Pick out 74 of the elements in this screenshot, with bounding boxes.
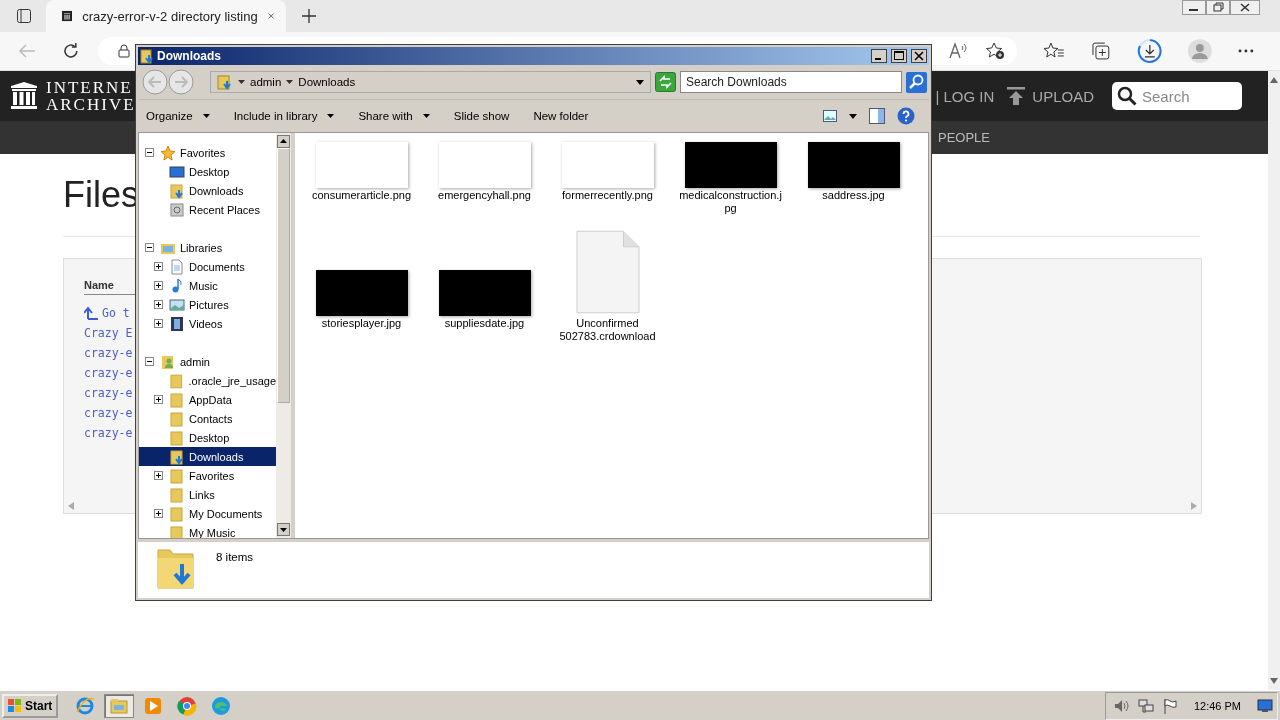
breadcrumb[interactable]: admin: [250, 76, 282, 88]
nav-item[interactable]: My Documents: [139, 504, 276, 523]
nav-item[interactable]: .oracle_jre_usage: [139, 371, 276, 390]
logo-text: ARCHIVE: [46, 96, 136, 113]
nav-item[interactable]: Pictures: [139, 295, 276, 314]
nav-label: Desktop: [189, 431, 230, 444]
nav-label: My Music: [189, 526, 236, 538]
nav-link[interactable]: PEOPLE: [938, 130, 991, 145]
nav-item[interactable]: Downloads: [139, 447, 276, 466]
nav-item[interactable]: Libraries: [139, 238, 276, 257]
nav-item[interactable]: Videos: [139, 314, 276, 333]
window-title: Downloads: [157, 49, 221, 63]
toolbar-button[interactable]: Organize: [142, 103, 214, 129]
address-field[interactable]: admin Downloads: [210, 71, 651, 93]
nav-item[interactable]: Desktop: [139, 162, 276, 181]
nav-item[interactable]: Recent Places: [139, 200, 276, 219]
file-link[interactable]: crazy-e: [84, 406, 133, 420]
nav-label: admin: [180, 355, 210, 368]
nav-item[interactable]: Documents: [139, 257, 276, 276]
logo-text: INTERNE: [46, 79, 134, 96]
tab-title: crazy-error-v-2 directory listing: [82, 8, 258, 24]
breadcrumb[interactable]: Downloads: [298, 76, 356, 88]
nav-label: Recent Places: [189, 203, 260, 216]
file-name[interactable]: storiesplayer.jpg: [309, 317, 414, 330]
item-count: 8 items: [216, 551, 254, 563]
search-field[interactable]: Search: [1112, 82, 1242, 110]
file-link[interactable]: Crazy E: [84, 326, 133, 340]
search-field[interactable]: Search Downloads: [680, 71, 902, 93]
upload-link[interactable]: UPLOAD: [1032, 87, 1094, 105]
nav-label: Links: [189, 488, 215, 501]
start-button[interactable]: Start: [2, 693, 59, 718]
file-name[interactable]: emergencyhall.png: [432, 189, 537, 202]
nav-label: My Documents: [189, 507, 263, 520]
file-name[interactable]: saddress.jpg: [801, 189, 906, 202]
nav-item[interactable]: Favorites: [139, 466, 276, 485]
nav-item[interactable]: Desktop: [139, 428, 276, 447]
nav-item[interactable]: admin: [139, 352, 276, 371]
toolbar-button[interactable]: Include in library: [229, 103, 339, 129]
file-link[interactable]: crazy-e: [84, 366, 133, 380]
nav-label: AppData: [189, 393, 232, 406]
file-name[interactable]: Unconfirmed 502783.crdownload: [555, 317, 660, 343]
toolbar-button[interactable]: New folder: [529, 103, 593, 129]
file-name[interactable]: medicalconstruction.jpg: [678, 189, 783, 215]
nav-label: Contacts: [189, 412, 233, 425]
nav-label: Favorites: [189, 469, 235, 482]
nav-item[interactable]: Downloads: [139, 181, 276, 200]
page-heading: Files: [63, 174, 139, 217]
file-name[interactable]: formerrecently.png: [555, 189, 660, 202]
toolbar-button[interactable]: Share with: [354, 103, 434, 129]
nav-item[interactable]: AppData: [139, 390, 276, 409]
file-name[interactable]: suppliesdate.jpg: [432, 317, 537, 330]
nav-label: Desktop: [189, 165, 230, 178]
nav-item[interactable]: Links: [139, 485, 276, 504]
file-link[interactable]: crazy-e: [84, 426, 133, 440]
nav-item[interactable]: My Music: [139, 523, 276, 538]
file-link[interactable]: crazy-e: [84, 386, 133, 400]
nav-label: Pictures: [189, 298, 229, 311]
login-link[interactable]: | LOG IN: [935, 87, 995, 105]
nav-label: .oracle_jre_usage: [188, 374, 276, 387]
clock[interactable]: 12:46 PM: [1193, 699, 1241, 712]
browser-tab[interactable]: crazy-error-v-2 directory listing: [46, 0, 286, 32]
file-link[interactable]: crazy-e: [84, 346, 133, 360]
nav-item[interactable]: Contacts: [139, 409, 276, 428]
nav-label: Documents: [189, 260, 245, 273]
nav-label: Downloads: [189, 450, 244, 463]
nav-label: Favorites: [180, 146, 226, 159]
nav-label: Videos: [189, 317, 223, 330]
file-link[interactable]: Go t: [102, 306, 130, 320]
file-name[interactable]: consumerarticle.png: [309, 189, 414, 202]
toolbar-button[interactable]: Slide show: [449, 103, 514, 129]
nav-label: Downloads: [189, 184, 244, 197]
nav-label: Music: [189, 279, 218, 292]
nav-label: Libraries: [180, 241, 223, 254]
nav-item[interactable]: Favorites: [139, 143, 276, 162]
